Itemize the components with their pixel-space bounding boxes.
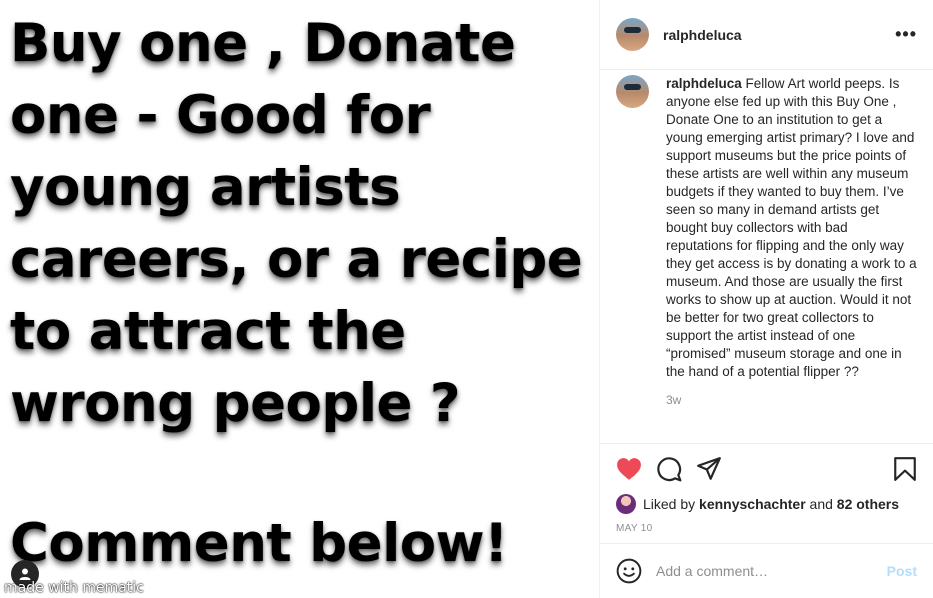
likes-summary: Liked by kennyschachter and 82 others <box>616 494 917 514</box>
more-icon[interactable]: ••• <box>895 24 917 45</box>
post-button[interactable]: Post <box>887 563 917 579</box>
meme-text: Buy one , Donate one - Good for young ar… <box>10 13 583 434</box>
likes-prefix: Liked by <box>643 496 696 512</box>
post-image[interactable]: Buy one , Donate one - Good for young ar… <box>0 0 599 598</box>
caption-text: ralphdeluca Fellow Art world peeps. Is a… <box>666 75 917 381</box>
smiley-icon[interactable] <box>616 558 642 584</box>
bookmark-icon[interactable] <box>893 456 917 482</box>
avatar[interactable] <box>616 18 649 51</box>
liker-username[interactable]: kennyschachter <box>699 496 806 512</box>
action-icons <box>616 456 917 482</box>
meme-footer: Comment below! <box>10 513 508 574</box>
post-sidebar: ralphdeluca ••• ralphdeluca Fellow Art w… <box>599 0 933 598</box>
caption-content: Fellow Art world peeps. Is anyone else f… <box>666 76 917 379</box>
action-bar: Liked by kennyschachter and 82 others MA… <box>600 443 933 534</box>
likes-and: and <box>809 496 833 512</box>
heart-icon[interactable] <box>616 457 642 481</box>
comments-section: ralphdeluca Fellow Art world peeps. Is a… <box>600 71 933 443</box>
watermark: made with mematic <box>4 580 144 596</box>
share-icon[interactable] <box>696 456 722 482</box>
caption-avatar[interactable] <box>616 75 649 108</box>
likes-others[interactable]: 82 others <box>837 496 899 512</box>
caption-timestamp[interactable]: 3w <box>666 393 917 407</box>
post-date[interactable]: MAY 10 <box>616 523 917 534</box>
comment-input[interactable] <box>656 563 879 579</box>
add-comment-bar: Post <box>600 543 933 598</box>
liker-avatar[interactable] <box>616 494 636 514</box>
header-username[interactable]: ralphdeluca <box>663 27 742 43</box>
caption: ralphdeluca Fellow Art world peeps. Is a… <box>616 75 917 407</box>
comment-icon[interactable] <box>656 456 682 482</box>
caption-body: ralphdeluca Fellow Art world peeps. Is a… <box>666 75 917 407</box>
caption-username[interactable]: ralphdeluca <box>666 76 742 91</box>
post-header: ralphdeluca ••• <box>600 0 933 70</box>
